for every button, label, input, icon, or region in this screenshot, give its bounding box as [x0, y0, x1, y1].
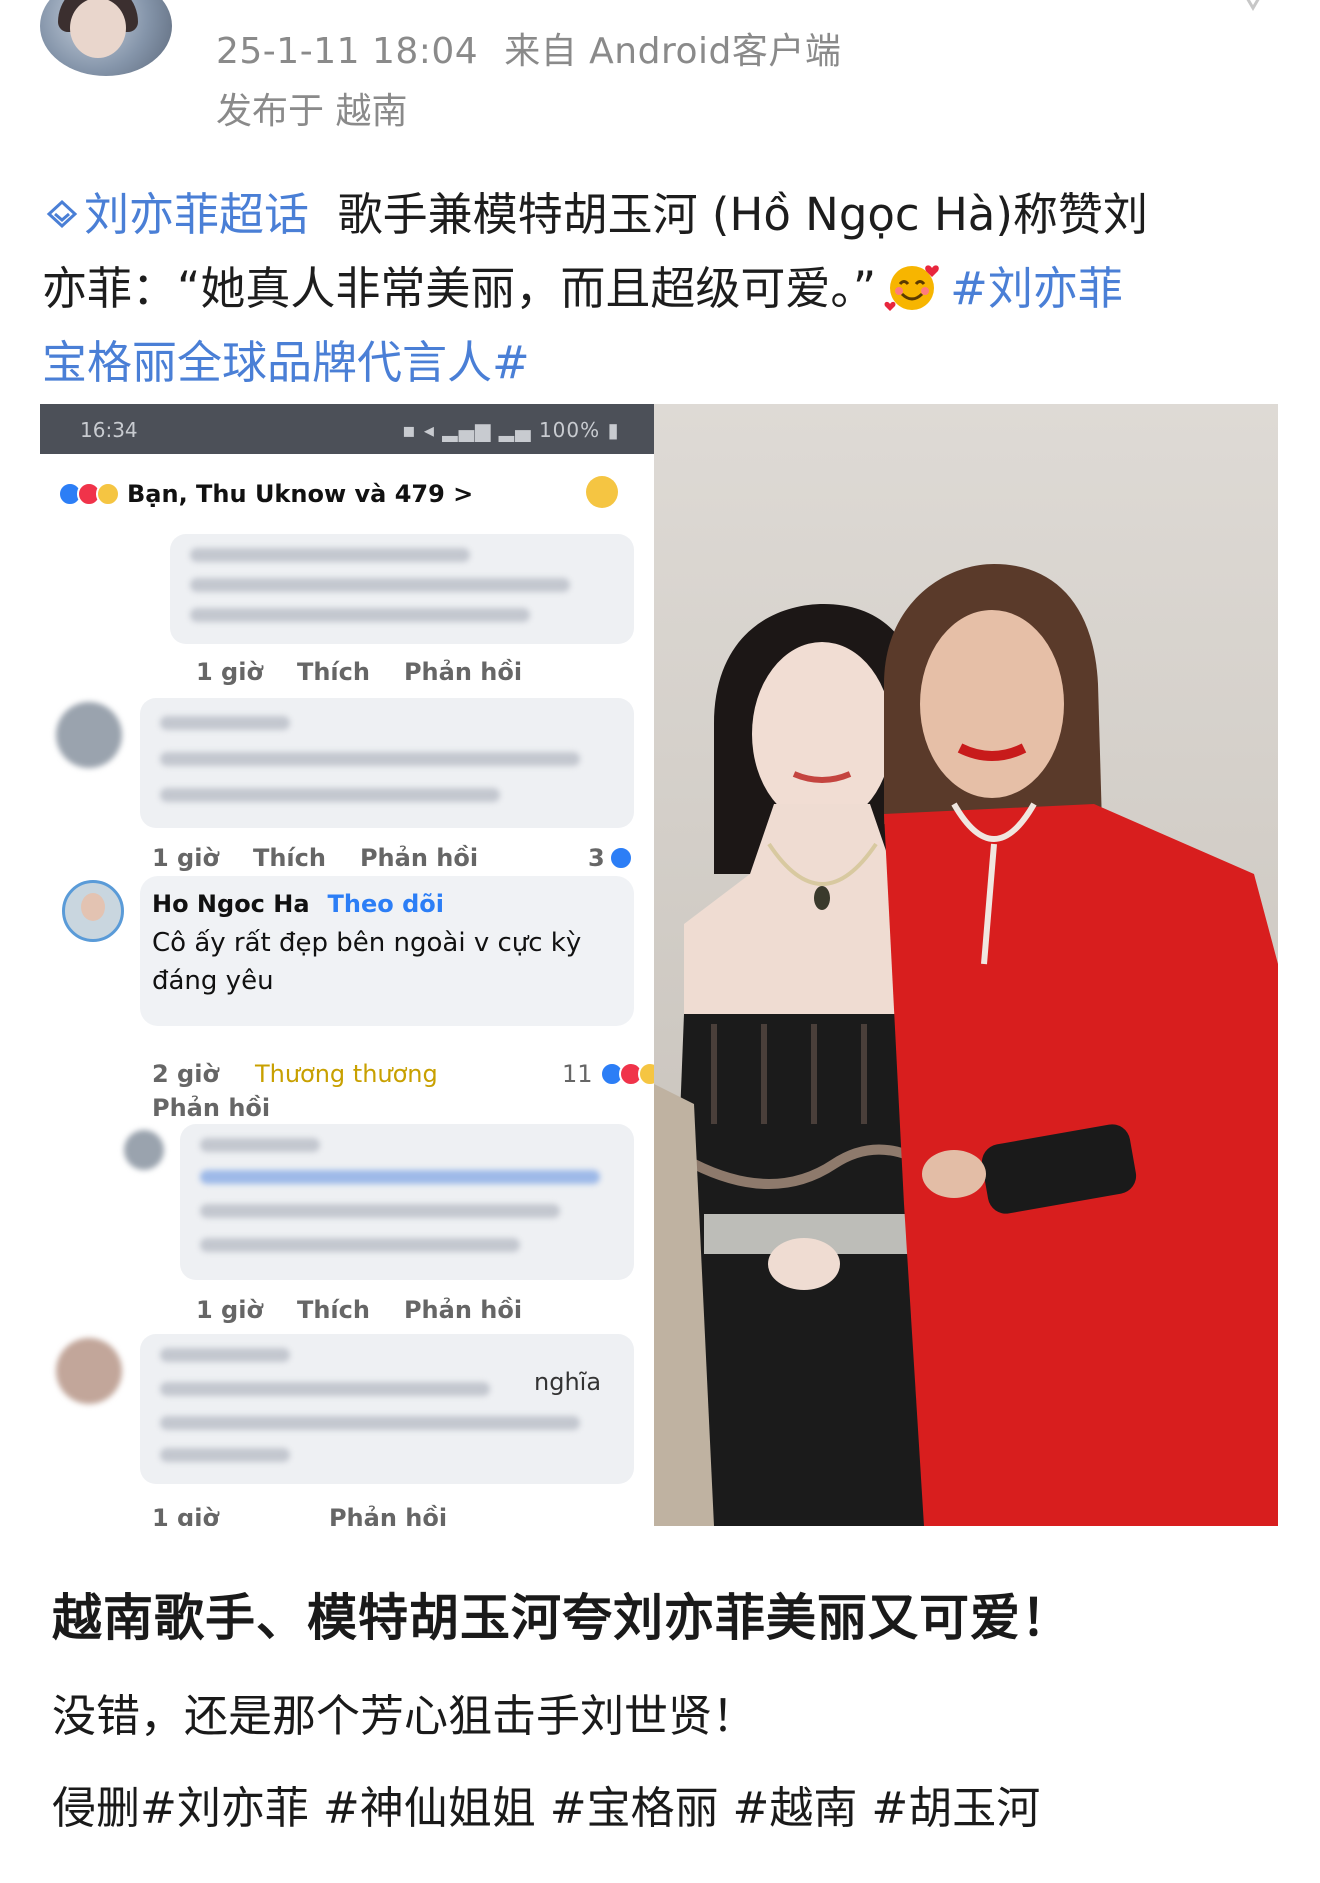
right-face — [920, 610, 1064, 798]
post-body: 刘亦菲超话 歌手兼模特胡玉河 (Hồ Ngọc Hà)称赞刘 亦菲：“她真人非常… — [42, 178, 1282, 400]
ho-ngoc-ha-avatar[interactable] — [62, 880, 124, 942]
like-count: 11 — [562, 1060, 593, 1088]
topic-label: 刘亦菲超话 — [84, 188, 310, 241]
comment-text: Cô ấy rất đẹp bên ngoài v cực kỳ đáng yê… — [152, 928, 582, 996]
like-count: 3 — [588, 844, 605, 872]
like-link[interactable]: Thích — [297, 658, 370, 686]
diamond-icon — [46, 199, 78, 229]
follow-link[interactable]: Theo dõi — [328, 890, 444, 918]
blurred-comment: nghĩa — [140, 1334, 634, 1484]
comment-like-count: 3 — [588, 844, 633, 872]
comment-like-count: 11 — [562, 1060, 654, 1088]
hashtag-link-cont[interactable]: 宝格丽全球品牌代言人# — [42, 336, 530, 389]
comment-time: 1 giờ — [196, 1296, 263, 1324]
reaction-link[interactable]: Thương thương — [255, 1060, 438, 1088]
reply-link[interactable]: Phản hồi — [404, 1296, 522, 1324]
commenter-avatar — [56, 702, 122, 768]
star-icon[interactable] — [1236, 0, 1270, 16]
post-meta: 25-1-11 18:04 来自 Android客户端 — [216, 22, 841, 74]
commenter-name[interactable]: Ho Ngoc Ha Theo dõi — [152, 890, 444, 918]
reply-link[interactable]: Phản hồi — [329, 1504, 447, 1526]
reply-link[interactable]: Phản hồi — [404, 658, 522, 686]
caption-tags: 侵删#刘亦菲 #神仙姐姐 #宝格丽 #越南 #胡玉河 — [52, 1783, 1041, 1834]
comment-time: 1 giờ — [152, 1504, 219, 1526]
reaction-summary-text: Bạn, Thu Uknow và 479 > — [127, 480, 474, 508]
comment-panel: Bạn, Thu Uknow và 479 > 1 giờ Thích Phản h… — [40, 454, 654, 1526]
commenter-avatar — [56, 1338, 122, 1404]
reply-link[interactable]: Phản hồi — [152, 1094, 270, 1122]
comment-screenshot[interactable]: 16:34 ▪ ◂ ▂▄▆ ▂▄ 100% ▮ Bạn, Thu Uknow v… — [40, 404, 654, 1526]
like-reaction-icon — [608, 846, 633, 870]
blurred-comment — [140, 698, 634, 828]
comment-time: 2 giờ — [152, 1060, 219, 1088]
post-location: 发布于 越南 — [216, 91, 408, 132]
comment-actions: 2 giờ Thương thương — [152, 1060, 438, 1088]
commenter-name-text: Ho Ngoc Ha — [152, 890, 310, 918]
commenter-avatar — [124, 1130, 164, 1170]
like-link[interactable]: Thích — [253, 844, 326, 872]
comment-partial-text: nghĩa — [534, 1368, 602, 1396]
comment-actions: 1 giờ Thích Phản hồi — [152, 844, 512, 872]
like-link[interactable]: Thích — [297, 1296, 370, 1324]
reaction-summary[interactable]: Bạn, Thu Uknow và 479 > — [58, 480, 473, 508]
battery-level: 100% — [538, 418, 601, 442]
comment-time: 1 giờ — [196, 658, 263, 686]
care-reaction-icon — [96, 482, 120, 506]
caption-headline: 越南歌手、模特胡玉河夸刘亦菲美丽又可爱！ — [52, 1589, 1072, 1647]
hashtag-link[interactable]: #刘亦菲 — [950, 262, 1123, 315]
blurred-comment — [180, 1124, 634, 1280]
celebrity-photo[interactable] — [654, 404, 1278, 1526]
left-face — [752, 642, 892, 826]
status-icons: ▪ ◂ ▂▄▆ ▂▄ 100% ▮ — [402, 418, 620, 442]
post-text-line1: 歌手兼模特胡玉河 (Hồ Ngọc Hà)称赞刘 — [337, 188, 1148, 241]
care-emoji-icon — [586, 476, 618, 508]
care-reaction-icon — [638, 1062, 654, 1086]
comment-actions: 1 giờ Thích Phản hồi — [196, 658, 556, 686]
post-text-line2: 亦菲：“她真人非常美丽，而且超级可爱。” — [42, 262, 877, 315]
status-bar: 16:34 ▪ ◂ ▂▄▆ ▂▄ 100% ▮ — [40, 404, 654, 454]
post-source: 来自 Android客户端 — [504, 31, 842, 72]
post-image-grid[interactable]: 16:34 ▪ ◂ ▂▄▆ ▂▄ 100% ▮ Bạn, Thu Uknow v… — [40, 404, 1278, 1526]
reply-link[interactable]: Phản hồi — [360, 844, 478, 872]
avatar-face — [70, 0, 126, 58]
status-time: 16:34 — [80, 418, 138, 442]
smiling-face-with-hearts-emoji — [884, 265, 939, 311]
caption-subline: 没错，还是那个芳心狙击手刘世贤！ — [52, 1691, 756, 1742]
comment-actions: 1 giờ Phản hồi — [152, 1504, 481, 1526]
photo-illustration — [654, 404, 1278, 1526]
topic-link[interactable]: 刘亦菲超话 — [42, 188, 309, 241]
comment-time: 1 giờ — [152, 844, 219, 872]
user-avatar[interactable] — [40, 0, 172, 76]
blurred-comment — [170, 534, 634, 644]
post-timestamp: 25-1-11 18:04 — [216, 31, 479, 72]
comment-actions: 1 giờ Thích Phản hồi — [196, 1296, 556, 1324]
